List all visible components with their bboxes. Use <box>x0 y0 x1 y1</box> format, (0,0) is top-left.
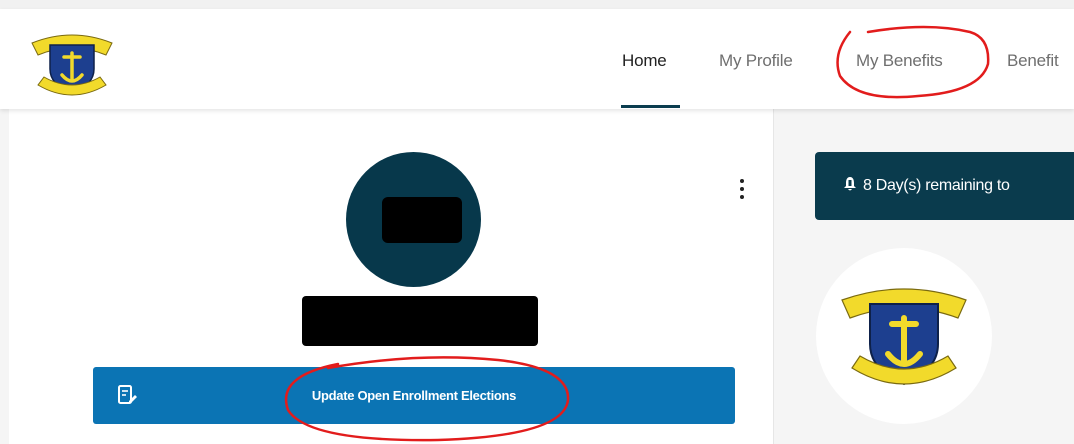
main-content: Update Open Enrollment Elections 8 Day(s… <box>0 109 1074 444</box>
bell-icon <box>844 177 856 191</box>
active-tab-indicator <box>621 105 680 108</box>
top-strip <box>0 0 1074 9</box>
kebab-menu-icon[interactable] <box>736 179 748 205</box>
profile-card: Update Open Enrollment Elections <box>9 109 774 444</box>
state-seal-large <box>841 288 967 386</box>
header: Home My Profile My Benefits Benefit <box>0 9 1074 109</box>
main-nav: Home My Profile My Benefits Benefit <box>0 9 1074 109</box>
avatar-redaction <box>382 197 462 243</box>
nav-benefits[interactable]: Benefit <box>1007 51 1059 71</box>
update-enrollment-button[interactable]: Update Open Enrollment Elections <box>93 367 735 424</box>
update-enrollment-label: Update Open Enrollment Elections <box>311 388 517 403</box>
nav-my-benefits[interactable]: My Benefits <box>856 51 943 71</box>
enrollment-notice-banner[interactable]: 8 Day(s) remaining to <box>815 152 1074 220</box>
notice-text: 8 Day(s) remaining to <box>863 177 1010 194</box>
right-panel: 8 Day(s) remaining to <box>775 109 1074 444</box>
nav-my-profile[interactable]: My Profile <box>719 51 793 71</box>
organization-logo-circle <box>816 248 992 424</box>
user-name-redaction <box>302 296 538 346</box>
nav-home[interactable]: Home <box>622 51 667 71</box>
